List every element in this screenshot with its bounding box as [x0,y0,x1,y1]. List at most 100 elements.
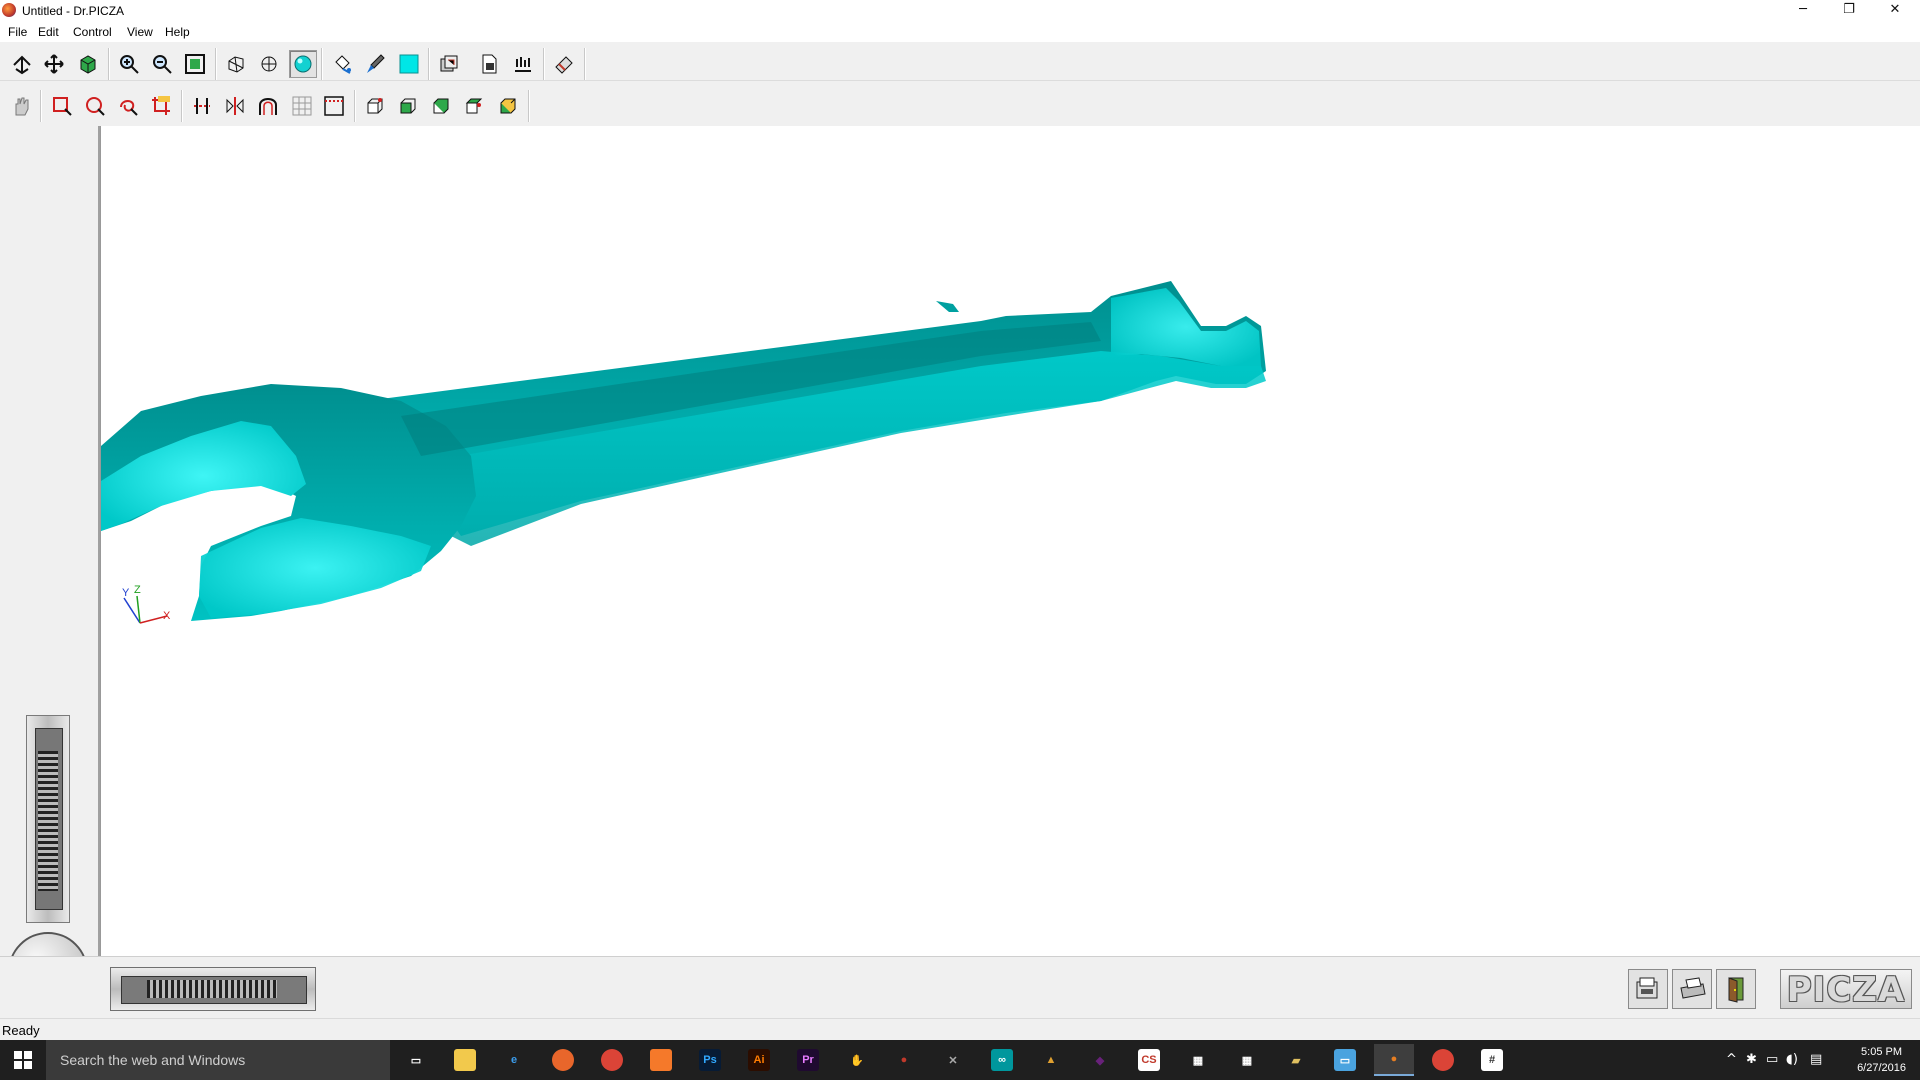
toolbar-separator [215,48,217,80]
calendar-icon: ▦ [1241,1054,1253,1067]
color-swatch-button[interactable] [395,50,423,78]
menu-edit[interactable]: Edit [38,25,59,39]
menu-control[interactable]: Control [73,25,112,39]
visual-studio-taskbar-button[interactable]: ◆ [1080,1044,1120,1076]
bottom-control-bar: PICZA [0,956,1920,1019]
app-wizard-taskbar-button[interactable]: ▲ [1031,1044,1071,1076]
calendar-taskbar-button[interactable]: ▦ [1227,1044,1267,1076]
frame-button[interactable] [320,92,348,120]
cut-button[interactable] [188,92,216,120]
select-rect-icon [53,97,72,116]
wireframe-button[interactable] [222,50,250,78]
scan-device-button[interactable] [1628,969,1668,1009]
blender-icon [650,1049,672,1071]
paint-bucket-button[interactable] [328,50,356,78]
edge-icon: e [510,1054,518,1066]
app-tools-icon: ✕ [948,1054,958,1067]
minimize-button[interactable]: ─ [1780,0,1826,22]
zoom-slider[interactable] [26,715,70,923]
app-monitor-taskbar-button[interactable]: ▭ [1325,1044,1365,1076]
tray-network-icon[interactable]: ▭ [1766,1052,1778,1067]
pan-view-icon [44,54,64,74]
taskbar-search-box[interactable]: Search the web and Windows [46,1040,390,1080]
picza-logo: PICZA [1780,969,1912,1010]
close-button[interactable]: ✕ [1872,0,1918,22]
chrome-taskbar-button[interactable] [592,1044,632,1076]
crop-button[interactable] [147,92,175,120]
horizontal-slider-thumb[interactable] [147,980,277,998]
box-back-button[interactable] [427,92,455,120]
app-tools-taskbar-button[interactable]: ✕ [933,1044,973,1076]
toolbar-separator [543,48,545,80]
3d-viewport[interactable]: Y Z X [100,126,1920,956]
task-view-taskbar-button[interactable]: ▭ [396,1044,436,1076]
menu-file[interactable]: File [8,25,27,39]
firefox-taskbar-button[interactable] [543,1044,583,1076]
photoshop-taskbar-button[interactable]: Ps [690,1044,730,1076]
restore-button[interactable]: ❐ [1826,0,1872,22]
box-front-icon [367,98,383,114]
start-button[interactable] [0,1040,46,1080]
blender-taskbar-button[interactable] [641,1044,681,1076]
file-explorer-taskbar-button[interactable] [445,1044,485,1076]
box-iso-button[interactable] [494,92,522,120]
select-lasso-icon [120,100,138,116]
axis-indicator: Y Z X [122,584,171,624]
slack-taskbar-button[interactable]: # [1472,1044,1512,1076]
arch-button[interactable] [254,92,282,120]
app-folder-taskbar-button[interactable]: ▰ [1276,1044,1316,1076]
shaded-sphere-button[interactable] [289,50,317,78]
main-toolbar [0,44,1920,81]
toolbar-separator [321,48,323,80]
chrome-2-taskbar-button[interactable] [1423,1044,1463,1076]
select-circle-button[interactable] [81,92,109,120]
tray-notifications-icon[interactable]: ▤ [1810,1052,1822,1067]
tray-chevron-icon[interactable]: ^ [1726,1052,1737,1067]
export-doc-icon [482,54,497,74]
select-rect-button[interactable] [48,92,76,120]
app-folder-icon: ▰ [1291,1054,1301,1067]
hidden-line-button[interactable] [255,50,283,78]
export-doc-button[interactable] [475,50,503,78]
clock-date: 6/27/2016 [1857,1062,1906,1074]
calculator-taskbar-button[interactable]: ▦ [1178,1044,1218,1076]
select-lasso-button[interactable] [114,92,142,120]
eraser-button[interactable] [550,50,578,78]
render-settings-button[interactable] [435,50,463,78]
print-button[interactable] [1672,969,1712,1009]
cube-view-button[interactable] [74,50,102,78]
arch-icon [259,98,277,115]
mirror-button[interactable] [221,92,249,120]
eagle-taskbar-button[interactable]: CS [1129,1044,1169,1076]
grid-button[interactable] [288,92,316,120]
drpicza-taskbar-button[interactable]: ● [1374,1044,1414,1076]
tray-volume-icon[interactable]: ◖) [1786,1052,1798,1067]
premiere-taskbar-button[interactable]: Pr [788,1044,828,1076]
scan-button[interactable] [509,50,537,78]
arduino-taskbar-button[interactable]: ∞ [982,1044,1022,1076]
illustrator-taskbar-button[interactable]: Ai [739,1044,779,1076]
zoom-out-button[interactable] [148,50,176,78]
app-red-taskbar-button[interactable]: ● [884,1044,924,1076]
box-top-button[interactable] [460,92,488,120]
zoom-slider-thumb[interactable] [38,751,58,891]
hand-button[interactable] [7,92,35,120]
rotate-view-button[interactable] [7,50,35,78]
pan-view-button[interactable] [40,50,68,78]
zoom-fit-button[interactable] [181,50,209,78]
horizontal-slider[interactable] [110,967,316,1011]
crop-icon [152,96,170,115]
exit-button[interactable] [1716,969,1756,1009]
box-side-button[interactable] [394,92,422,120]
taskbar-clock[interactable]: 5:05 PM 6/27/2016 [1857,1044,1906,1076]
app-logo-icon [2,3,16,17]
menu-help[interactable]: Help [165,25,190,39]
left-control-panel [0,126,100,1012]
zoom-in-button[interactable] [115,50,143,78]
box-front-button[interactable] [361,92,389,120]
edge-taskbar-button[interactable]: e [494,1044,534,1076]
menu-view[interactable]: View [127,25,153,39]
tray-bluetooth-icon[interactable]: ✱ [1746,1052,1757,1067]
app-hand-taskbar-button[interactable]: ✋ [837,1044,877,1076]
brush-button[interactable] [361,50,389,78]
